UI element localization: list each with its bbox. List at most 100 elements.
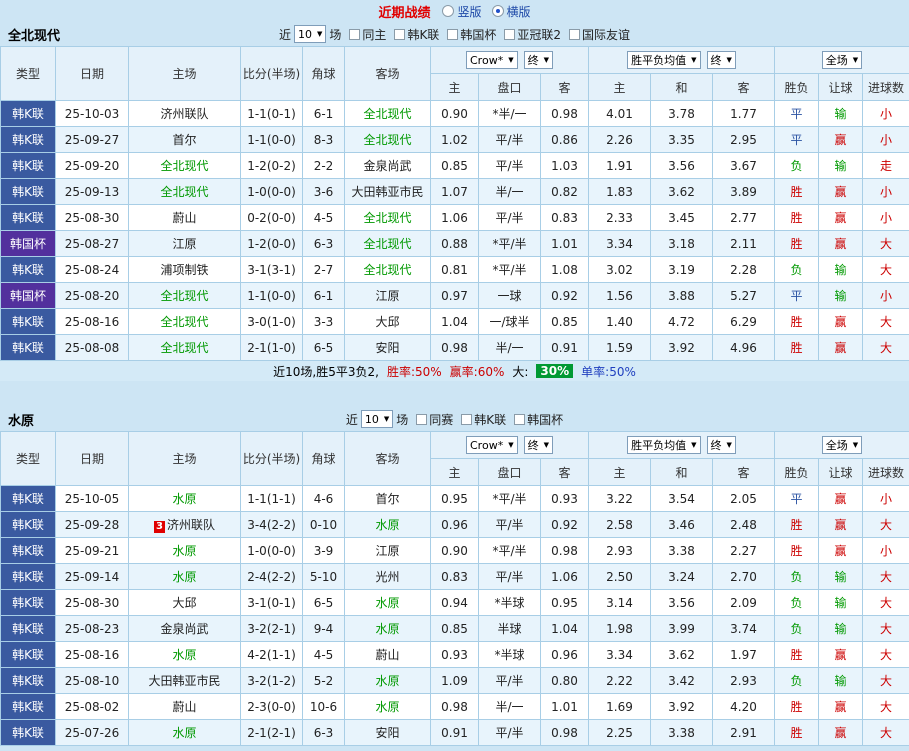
filter-checkbox-0[interactable]: 同主 [349, 26, 386, 43]
away-team-name: 全北现代 [363, 237, 412, 251]
checkbox-icon [394, 28, 406, 40]
recent-count-select[interactable]: 10 ▼ [294, 25, 327, 43]
avg-select-0[interactable]: 胜平负均值 ▼ [627, 51, 701, 69]
home-team-name: 水原 [172, 492, 197, 506]
layout-radio-group: 竖版 横版 [442, 3, 531, 20]
avg-select-0[interactable]: 胜平负均值 ▼ [627, 436, 701, 454]
away-team-name: 光州 [375, 570, 400, 584]
handicap-line: 平/半 [478, 719, 541, 746]
avg-draw-odds: 3.92 [650, 334, 713, 361]
match-row: 韩K联 25-08-08 全北现代 2-1(1-0) 6-5 安阳 0.98 半/一 0.91 1… [0, 334, 909, 361]
home-team-cell: 大邱 [128, 589, 241, 616]
rank-badge: 3 [154, 521, 165, 533]
summary-token: 单率:50% [581, 364, 636, 379]
avg-away-odds: 3.67 [712, 152, 775, 179]
avg-away-odds: 2.48 [712, 511, 775, 538]
header-group-odds-controls: Crow* ▼ 终 ▼ [432, 436, 588, 454]
odds-select-1[interactable]: 终 ▼ [523, 436, 553, 454]
competition-type: 韩K联 [0, 256, 56, 283]
sub-column-header: 盘口 [478, 73, 541, 101]
sub-column-header: 和 [650, 458, 713, 486]
away-team-cell: 江原 [344, 537, 431, 564]
filter-checkbox-2[interactable]: 韩国杯 [514, 411, 563, 428]
radio-horizontal-layout[interactable]: 横版 [491, 3, 531, 20]
sub-column-header: 客 [712, 458, 775, 486]
handicap-line: *半/一 [478, 100, 541, 127]
avg-away-odds: 4.96 [712, 334, 775, 361]
corner-count: 4-5 [302, 204, 345, 231]
match-row: 韩K联 25-09-14 水原 2-4(2-2) 5-10 光州 0.83 平/半 1.06 2.… [0, 563, 909, 590]
away-odds: 0.98 [540, 100, 589, 127]
odds-select-0[interactable]: Crow* ▼ [466, 436, 518, 454]
corner-count: 5-10 [302, 563, 345, 590]
home-team-name: 浦项制铁 [160, 263, 209, 277]
result-outcome: 胜 [774, 308, 819, 335]
match-row: 韩国杯 25-08-20 全北现代 1-1(0-0) 6-1 江原 0.97 一球 0.92 1.… [0, 282, 909, 309]
match-date: 25-09-21 [55, 537, 129, 564]
home-team-name: 全北现代 [160, 341, 209, 355]
result-handicap: 输 [818, 282, 863, 309]
match-score: 1-1(0-0) [240, 126, 303, 153]
corner-count: 4-5 [302, 641, 345, 668]
odds-select-1[interactable]: 终 ▼ [523, 51, 553, 69]
recent-count-select[interactable]: 10 ▼ [360, 410, 394, 428]
avg-select-1[interactable]: 终 ▼ [706, 436, 736, 454]
competition-type: 韩国杯 [0, 282, 56, 309]
home-team-cell: 水原 [128, 537, 241, 564]
away-team-name: 蔚山 [375, 648, 400, 662]
avg-select-1[interactable]: 终 ▼ [706, 51, 736, 69]
away-team-cell: 水原 [344, 511, 431, 538]
home-team-cell: 水原 [128, 719, 241, 746]
corner-count: 0-10 [302, 511, 345, 538]
result-outcome: 负 [774, 589, 819, 616]
sub-column-header: 让球 [818, 73, 863, 101]
home-team-cell: 济州联队 [128, 100, 241, 127]
corner-count: 10-6 [302, 693, 345, 720]
filter-checkbox-4[interactable]: 国际友谊 [568, 26, 630, 43]
result-outcome: 胜 [774, 693, 819, 720]
away-team-name: 大田韩亚市民 [351, 185, 424, 199]
handicap-line: 一球 [478, 282, 541, 309]
away-odds: 0.98 [540, 537, 589, 564]
away-odds: 1.08 [540, 256, 589, 283]
competition-type: 韩K联 [0, 126, 56, 153]
column-header: 主场 [128, 431, 241, 486]
scope-select-0[interactable]: 全场 ▼ [821, 436, 863, 454]
away-team-name: 首尔 [375, 492, 400, 506]
radio-horizontal-label: 横版 [506, 4, 531, 19]
filter-checkbox-1[interactable]: 韩K联 [461, 411, 506, 428]
avg-away-odds: 3.89 [712, 178, 775, 205]
match-score: 2-1(2-1) [240, 719, 303, 746]
home-odds: 0.90 [430, 100, 479, 127]
filter-checkbox-2[interactable]: 韩国杯 [447, 26, 496, 43]
header-group-odds: Crow* ▼ 终 ▼ [430, 431, 589, 459]
chevron-down-icon: ▼ [852, 55, 859, 64]
away-odds: 0.82 [540, 178, 589, 205]
result-goals: 大 [862, 641, 909, 668]
away-odds: 1.04 [540, 615, 589, 642]
header-group-odds: Crow* ▼ 终 ▼ [430, 46, 589, 74]
filter-checkbox-3[interactable]: 亚冠联2 [504, 26, 561, 43]
away-team-name: 大邱 [375, 315, 400, 329]
result-goals: 小 [862, 537, 909, 564]
handicap-line: *半球 [478, 589, 541, 616]
competition-type: 韩国杯 [0, 230, 56, 257]
away-team-cell: 水原 [344, 615, 431, 642]
result-goals: 大 [862, 615, 909, 642]
odds-select-0[interactable]: Crow* ▼ [466, 51, 518, 69]
corner-count: 3-9 [302, 537, 345, 564]
filter-checkbox-0[interactable]: 同赛 [416, 411, 453, 428]
section-header-suwon: 水原 近 10 ▼ 场 同赛 韩K联 韩国杯 [0, 407, 909, 431]
result-goals: 小 [862, 126, 909, 153]
team-name: 全北现代 [8, 28, 61, 44]
away-team-cell: 江原 [344, 282, 431, 309]
radio-vertical-layout[interactable]: 竖版 [442, 3, 482, 20]
corner-count: 6-5 [302, 589, 345, 616]
competition-type: 韩K联 [0, 152, 56, 179]
scope-select-0[interactable]: 全场 ▼ [821, 51, 863, 69]
result-outcome: 胜 [774, 230, 819, 257]
filter-checkbox-1[interactable]: 韩K联 [394, 26, 439, 43]
avg-draw-odds: 3.54 [650, 485, 713, 512]
match-score: 2-4(2-2) [240, 563, 303, 590]
away-team-cell: 水原 [344, 693, 431, 720]
